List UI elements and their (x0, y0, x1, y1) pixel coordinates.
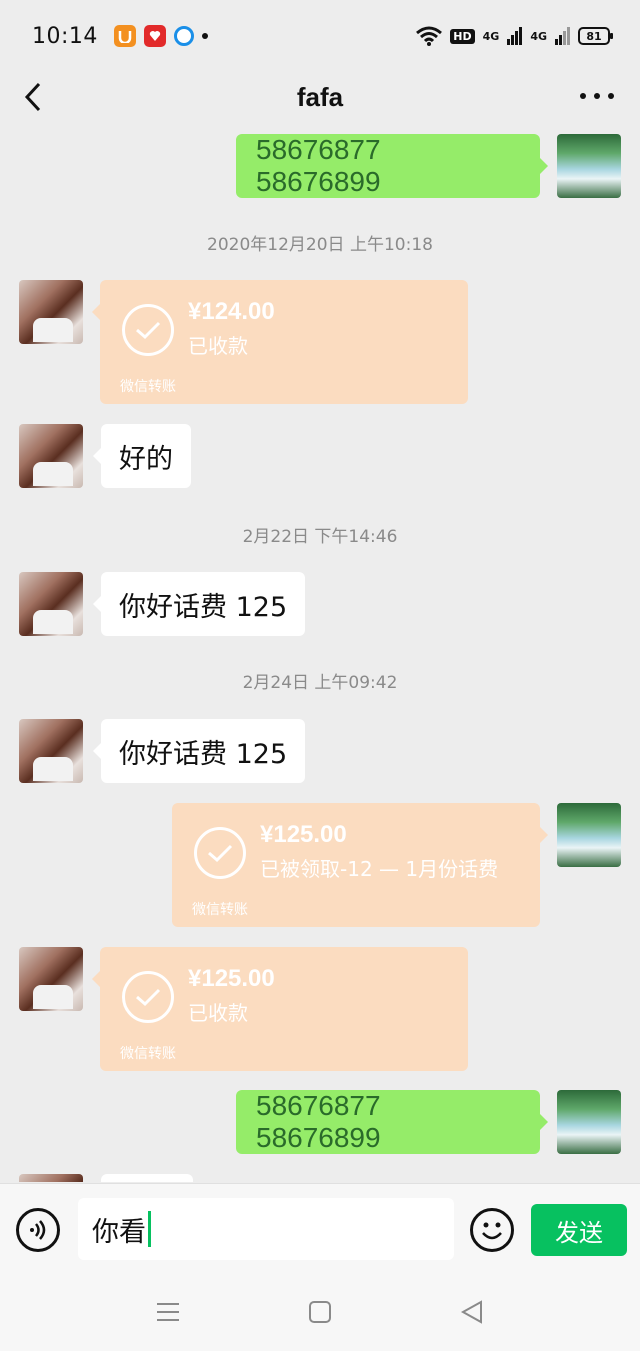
menu-icon (157, 1303, 179, 1321)
own-avatar[interactable] (557, 134, 621, 198)
transfer-footer: 微信转账 (192, 902, 248, 918)
timestamp: 2月22日 下午14:46 (242, 527, 398, 547)
message-bubble-contact[interactable]: 好的 (93, 424, 191, 488)
transfer-amount: ¥124.00 (188, 298, 275, 325)
check-icon (122, 304, 174, 356)
transfer-footer: 微信转账 (120, 379, 176, 395)
signal-icon-2 (555, 27, 570, 45)
message-bubble-contact[interactable]: 你好话费 125 (92, 572, 306, 636)
chat-title: fafa (296, 81, 344, 112)
back-triangle-icon (460, 1300, 482, 1324)
home-square-icon (309, 1301, 331, 1323)
message-text: 你好话费 125 (119, 591, 288, 623)
more-dots-icon (580, 93, 586, 99)
send-button[interactable]: 发送 (531, 1204, 627, 1256)
contact-avatar[interactable] (19, 947, 83, 1011)
text-caret (148, 1211, 151, 1247)
message-bubble-contact-partial[interactable] (101, 1174, 193, 1182)
status-indicators: HD 4G 4G 81 (416, 26, 613, 46)
timestamp: 2月24日 上午09:42 (242, 673, 398, 693)
wifi-icon (416, 26, 443, 46)
emoji-button[interactable] (470, 1208, 514, 1252)
message-bubble-own[interactable]: 58676877 58676899 (236, 134, 548, 198)
back-button[interactable] (18, 80, 48, 114)
contact-avatar[interactable] (19, 719, 83, 783)
back-nav-button[interactable] (458, 1299, 486, 1325)
home-nav-button[interactable] (306, 1299, 334, 1325)
message-text: 你好话费 125 (119, 738, 288, 770)
transfer-amount: ¥125.00 (188, 965, 275, 992)
message-bubble-own[interactable]: 58676877 58676899 (236, 1090, 548, 1154)
check-icon (122, 971, 174, 1023)
message-input[interactable]: 你看 (78, 1198, 454, 1260)
uc-browser-icon (113, 25, 136, 47)
message-bubble-contact[interactable]: 你好话费 125 (92, 719, 306, 783)
signal-icon (507, 27, 523, 45)
timestamp: 2020年12月20日 上午10:18 (207, 235, 433, 255)
system-nav-bar (0, 1275, 640, 1351)
transfer-status: 已收款 (188, 334, 248, 358)
status-time: 10:14 (32, 23, 98, 49)
network-4g-label-1: 4G (482, 29, 500, 43)
smiley-icon (482, 1222, 502, 1240)
transfer-status: 已收款 (188, 1001, 248, 1025)
hd-badge: HD (450, 28, 475, 44)
contact-avatar[interactable] (19, 280, 83, 344)
network-4g-label-2: 4G (530, 29, 547, 43)
transfer-card[interactable]: ¥125.00 已收款 微信转账 (92, 947, 468, 1071)
status-app-icons (113, 25, 208, 47)
app-blue-icon (173, 26, 194, 46)
battery-icon: 81 (578, 27, 613, 45)
voice-icon (30, 1220, 46, 1240)
contact-avatar[interactable] (19, 424, 83, 488)
transfer-status: 已被领取-12 — 1月份话费 (260, 857, 499, 881)
transfer-footer: 微信转账 (120, 1046, 176, 1062)
notification-dot-icon (201, 33, 208, 39)
own-avatar[interactable] (557, 1090, 621, 1154)
message-text: 好的 (119, 443, 173, 475)
more-options-button[interactable] (580, 84, 614, 108)
own-avatar[interactable] (557, 803, 621, 867)
contact-avatar[interactable] (19, 1174, 83, 1182)
chat-header: fafa (0, 72, 640, 122)
battery-level: 81 (586, 29, 602, 43)
app-red-icon (143, 25, 166, 47)
message-text: 58676877 58676899 (256, 134, 381, 197)
message-input-value: 你看 (92, 1216, 146, 1248)
message-text: 58676877 58676899 (256, 1090, 381, 1153)
status-bar: 10:14 HD 4G 4G 81 (0, 0, 640, 72)
menu-nav-button[interactable] (154, 1299, 182, 1325)
back-chevron-icon (24, 82, 41, 112)
message-list[interactable]: 58676877 58676899 2020年12月20日 上午10:18 ¥1… (0, 122, 640, 1182)
voice-input-button[interactable] (16, 1208, 60, 1252)
check-icon (194, 827, 246, 879)
transfer-card[interactable]: ¥125.00 已被领取-12 — 1月份话费 微信转账 (172, 803, 548, 927)
transfer-amount: ¥125.00 (260, 821, 347, 848)
transfer-card[interactable]: ¥124.00 已收款 微信转账 (92, 280, 468, 404)
contact-avatar[interactable] (19, 572, 83, 636)
input-bar: 你看 发送 (0, 1183, 640, 1275)
